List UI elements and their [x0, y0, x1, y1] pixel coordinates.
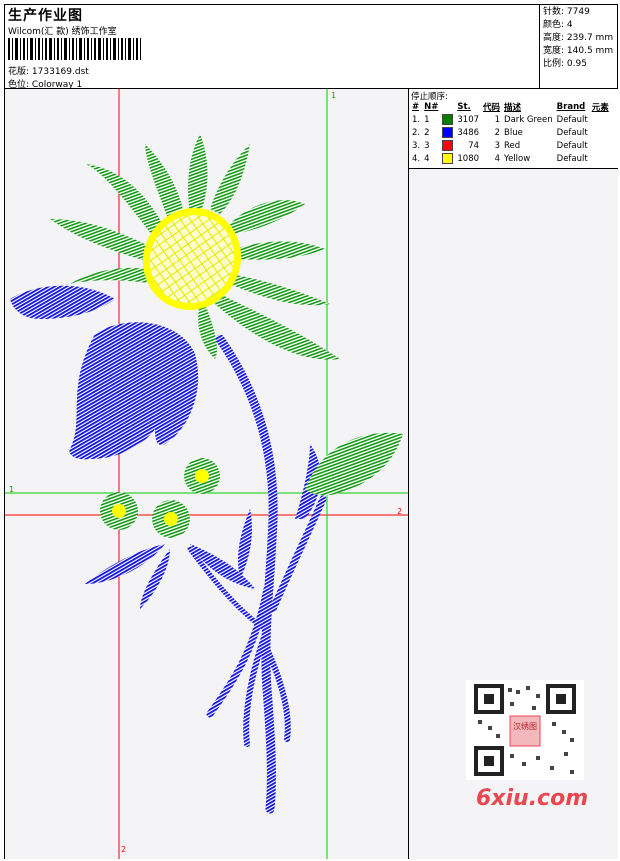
blue-leaf-left: [10, 285, 115, 319]
color-swatch: [442, 114, 454, 125]
header-panel: 生产作业图 Wilcom(汇 款) 绣饰工作室 花版: 1733169.dst: [5, 5, 540, 90]
col-element: 元素: [591, 103, 609, 113]
table-row[interactable]: 1. 1 3107 1 Dark Green Default: [410, 113, 611, 126]
qr-code-watermark: 汉绣图: [466, 680, 584, 780]
stop-sequence-table: # N# St. 代码 描述 Brand 元素 1. 1 3107 1 Dark…: [410, 101, 611, 165]
sheet-title: 生产作业图: [8, 8, 83, 24]
table-row[interactable]: 3. 3 74 3 Red Default: [410, 139, 611, 152]
meta-width: 宽度: 140.5 mm: [543, 46, 614, 56]
qr-stamp-text: 汉绣图: [513, 722, 537, 731]
company-name: Wilcom(汇 款) 绣饰工作室: [8, 27, 117, 37]
table-row[interactable]: 2. 2 3486 2 Blue Default: [410, 126, 611, 139]
small-flower-1: [184, 458, 220, 494]
stop-sequence-panel: 停止顺序: # N# St. 代码 描述 Brand 元素 1. 1 3107 …: [409, 89, 618, 169]
barcode: [8, 38, 141, 60]
blue-tulip: [69, 322, 199, 460]
stop-sequence-header: # N# St. 代码 描述 Brand 元素: [410, 101, 611, 113]
col-description: 描述: [504, 103, 522, 113]
design-label: 花版:: [8, 67, 30, 77]
stem-group: [187, 334, 327, 814]
col-code: 代码: [483, 103, 501, 113]
color-swatch: [442, 153, 454, 164]
col-number: N#: [424, 102, 439, 112]
table-row[interactable]: 4. 4 1080 4 Yellow Default: [410, 152, 611, 165]
small-flower-3: [152, 500, 190, 538]
col-brand: Brand: [556, 102, 586, 112]
green-guide-label-h: 1: [9, 485, 15, 494]
red-guide-label-h: 2: [397, 507, 403, 516]
color-swatch: [442, 127, 454, 138]
design-file: 花版: 1733169.dst: [8, 64, 89, 77]
blue-leaf-center: [238, 509, 252, 579]
design-canvas[interactable]: 1 1 2 2: [5, 89, 409, 859]
small-flower-2: [100, 492, 138, 530]
design-value: 1733169.dst: [31, 67, 89, 77]
col-swatch: [440, 101, 455, 113]
col-stitches: St.: [457, 102, 471, 112]
col-index: #: [412, 102, 420, 112]
green-guide-label-v: 1: [331, 91, 337, 100]
design-meta: 针数: 7749 颜色: 4 高度: 239.7 mm 宽度: 140.5 mm…: [540, 5, 618, 89]
meta-stitches: 针数: 7749: [543, 7, 590, 17]
red-guide-label-v: 2: [121, 845, 127, 854]
meta-height: 高度: 239.7 mm: [543, 33, 614, 43]
site-logo: 6xiu.com: [476, 786, 589, 811]
green-leaf-right: [305, 432, 403, 496]
meta-colors: 颜色: 4: [543, 20, 573, 30]
color-swatch: [442, 140, 454, 151]
meta-scale: 比例: 0.95: [543, 59, 587, 69]
embroidery-preview: [5, 89, 408, 859]
